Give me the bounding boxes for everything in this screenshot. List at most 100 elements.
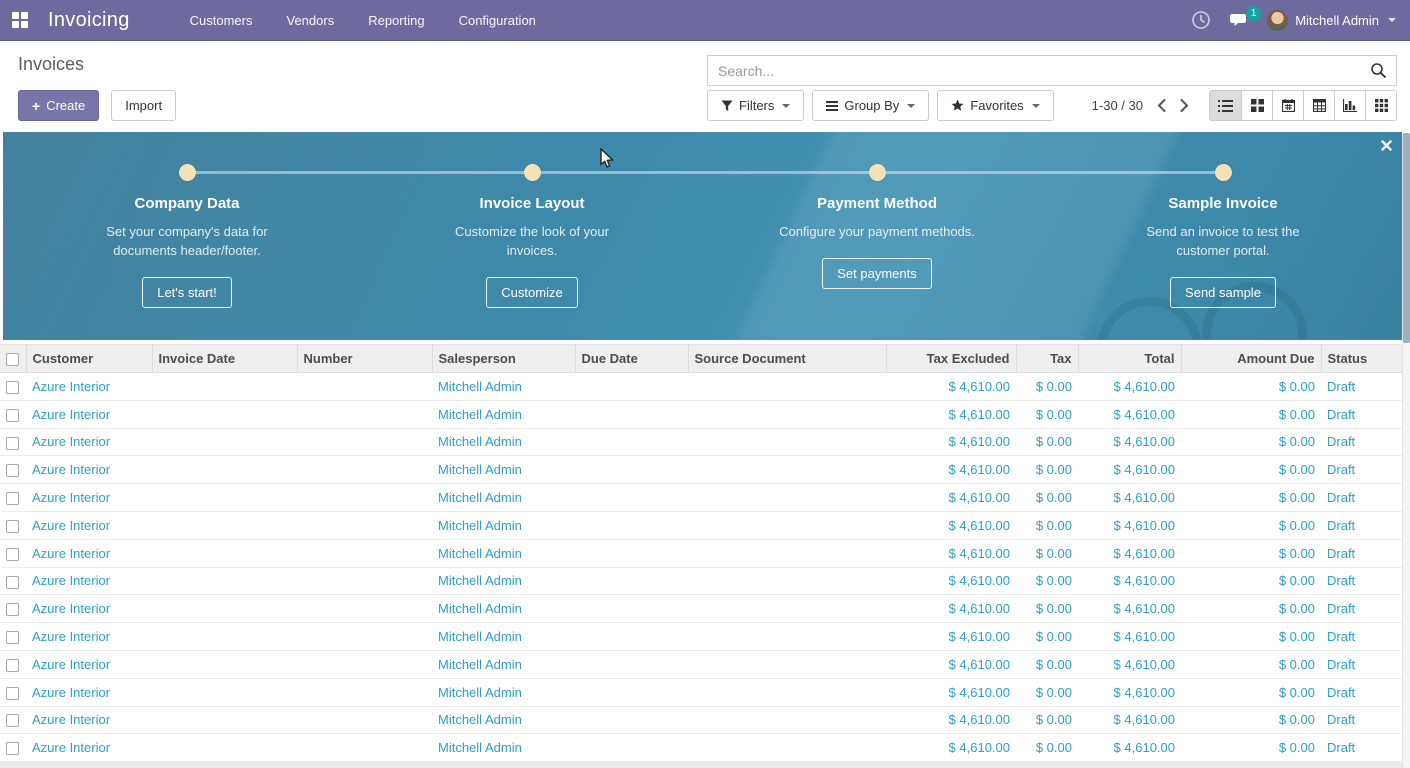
cell-customer[interactable]: Azure Interior — [26, 623, 152, 651]
cell-number[interactable] — [297, 623, 432, 651]
cell-tax-excluded[interactable]: $ 4,610.00 — [886, 734, 1016, 762]
import-button[interactable]: Import — [111, 90, 176, 121]
cell-number[interactable] — [297, 678, 432, 706]
cell-number[interactable] — [297, 706, 432, 734]
cell-amount-due[interactable]: $ 0.00 — [1181, 623, 1321, 651]
cell-salesperson[interactable]: Mitchell Admin — [432, 678, 575, 706]
cell-source-document[interactable] — [688, 623, 886, 651]
cell-invoice-date[interactable] — [152, 706, 297, 734]
menu-vendors[interactable]: Vendors — [287, 13, 335, 28]
cell-status[interactable]: Draft — [1321, 484, 1402, 512]
cell-amount-due[interactable]: $ 0.00 — [1181, 706, 1321, 734]
cell-status[interactable]: Draft — [1321, 623, 1402, 651]
list-view-button[interactable] — [1210, 91, 1241, 120]
cell-due-date[interactable] — [575, 567, 688, 595]
row-checkbox[interactable] — [6, 687, 19, 700]
cell-tax[interactable]: $ 0.00 — [1016, 456, 1078, 484]
cell-source-document[interactable] — [688, 567, 886, 595]
table-row[interactable]: Azure InteriorMitchell Admin$ 4,610.00$ … — [0, 734, 1402, 762]
cell-customer[interactable]: Azure Interior — [26, 428, 152, 456]
cell-tax-excluded[interactable]: $ 4,610.00 — [886, 678, 1016, 706]
cell-due-date[interactable] — [575, 734, 688, 762]
cell-total[interactable]: $ 4,610.00 — [1078, 567, 1181, 595]
cell-invoice-date[interactable] — [152, 428, 297, 456]
cell-total[interactable]: $ 4,610.00 — [1078, 373, 1181, 401]
cell-tax[interactable]: $ 0.00 — [1016, 567, 1078, 595]
cell-invoice-date[interactable] — [152, 623, 297, 651]
cell-total[interactable]: $ 4,610.00 — [1078, 734, 1181, 762]
search-icon[interactable] — [1361, 62, 1396, 79]
table-row[interactable]: Azure InteriorMitchell Admin$ 4,610.00$ … — [0, 456, 1402, 484]
step-action-button[interactable]: Let's start! — [142, 277, 232, 308]
activity-view-button[interactable] — [1365, 91, 1396, 120]
cell-tax-excluded[interactable]: $ 4,610.00 — [886, 428, 1016, 456]
cell-source-document[interactable] — [688, 484, 886, 512]
cell-tax-excluded[interactable]: $ 4,610.00 — [886, 623, 1016, 651]
cell-tax[interactable]: $ 0.00 — [1016, 400, 1078, 428]
cell-number[interactable] — [297, 595, 432, 623]
cell-tax[interactable]: $ 0.00 — [1016, 428, 1078, 456]
row-checkbox[interactable] — [6, 381, 19, 394]
row-checkbox[interactable] — [6, 548, 19, 561]
user-menu[interactable]: Mitchell Admin — [1267, 10, 1396, 31]
row-checkbox[interactable] — [6, 464, 19, 477]
cell-status[interactable]: Draft — [1321, 706, 1402, 734]
cell-status[interactable]: Draft — [1321, 373, 1402, 401]
cell-due-date[interactable] — [575, 706, 688, 734]
cell-invoice-date[interactable] — [152, 650, 297, 678]
cell-tax[interactable]: $ 0.00 — [1016, 595, 1078, 623]
cell-amount-due[interactable]: $ 0.00 — [1181, 567, 1321, 595]
select-all-checkbox[interactable] — [6, 353, 19, 366]
cell-salesperson[interactable]: Mitchell Admin — [432, 623, 575, 651]
cell-amount-due[interactable]: $ 0.00 — [1181, 650, 1321, 678]
cell-total[interactable]: $ 4,610.00 — [1078, 678, 1181, 706]
cell-customer[interactable]: Azure Interior — [26, 595, 152, 623]
cell-salesperson[interactable]: Mitchell Admin — [432, 567, 575, 595]
cell-tax[interactable]: $ 0.00 — [1016, 539, 1078, 567]
row-checkbox[interactable] — [6, 714, 19, 727]
row-checkbox[interactable] — [6, 492, 19, 505]
cell-total[interactable]: $ 4,610.00 — [1078, 400, 1181, 428]
cell-due-date[interactable] — [575, 484, 688, 512]
row-checkbox[interactable] — [6, 520, 19, 533]
cell-tax-excluded[interactable]: $ 4,610.00 — [886, 706, 1016, 734]
cell-total[interactable]: $ 4,610.00 — [1078, 650, 1181, 678]
cell-total[interactable]: $ 4,610.00 — [1078, 539, 1181, 567]
cell-status[interactable]: Draft — [1321, 734, 1402, 762]
column-header-amount-due[interactable]: Amount Due — [1181, 345, 1321, 373]
cell-invoice-date[interactable] — [152, 678, 297, 706]
cell-number[interactable] — [297, 734, 432, 762]
column-header-number[interactable]: Number — [297, 345, 432, 373]
cell-tax[interactable]: $ 0.00 — [1016, 678, 1078, 706]
kanban-view-button[interactable] — [1241, 91, 1272, 120]
cell-salesperson[interactable]: Mitchell Admin — [432, 595, 575, 623]
messages-icon[interactable]: 1 — [1229, 10, 1249, 30]
menu-customers[interactable]: Customers — [190, 13, 253, 28]
cell-salesperson[interactable]: Mitchell Admin — [432, 373, 575, 401]
group-by-button[interactable]: Group By — [812, 90, 929, 121]
cell-source-document[interactable] — [688, 650, 886, 678]
row-checkbox[interactable] — [6, 409, 19, 422]
column-header-tax[interactable]: Tax — [1016, 345, 1078, 373]
cell-customer[interactable]: Azure Interior — [26, 539, 152, 567]
cell-status[interactable]: Draft — [1321, 678, 1402, 706]
cell-number[interactable] — [297, 650, 432, 678]
cell-amount-due[interactable]: $ 0.00 — [1181, 456, 1321, 484]
cell-number[interactable] — [297, 373, 432, 401]
cell-customer[interactable]: Azure Interior — [26, 650, 152, 678]
cell-salesperson[interactable]: Mitchell Admin — [432, 650, 575, 678]
cell-due-date[interactable] — [575, 400, 688, 428]
cell-salesperson[interactable]: Mitchell Admin — [432, 484, 575, 512]
cell-total[interactable]: $ 4,610.00 — [1078, 623, 1181, 651]
cell-due-date[interactable] — [575, 650, 688, 678]
cell-total[interactable]: $ 4,610.00 — [1078, 428, 1181, 456]
cell-invoice-date[interactable] — [152, 539, 297, 567]
column-header-invoice-date[interactable]: Invoice Date — [152, 345, 297, 373]
column-header-total[interactable]: Total — [1078, 345, 1181, 373]
cell-number[interactable] — [297, 428, 432, 456]
cell-salesperson[interactable]: Mitchell Admin — [432, 539, 575, 567]
cell-source-document[interactable] — [688, 511, 886, 539]
cell-status[interactable]: Draft — [1321, 428, 1402, 456]
pager-next-icon[interactable] — [1180, 99, 1189, 112]
cell-tax[interactable]: $ 0.00 — [1016, 373, 1078, 401]
